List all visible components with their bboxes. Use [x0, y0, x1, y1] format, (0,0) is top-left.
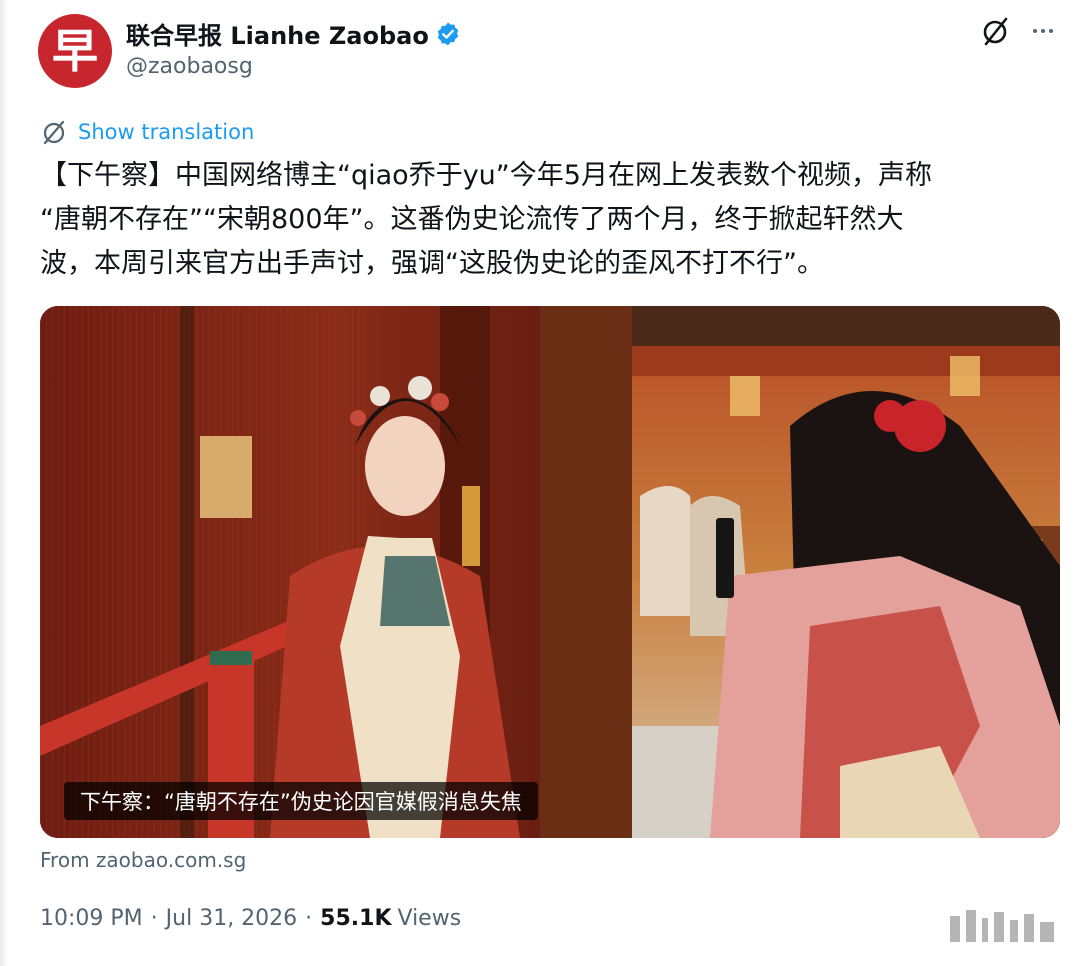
watermark-bars-icon — [950, 910, 1054, 942]
tweet-media-card[interactable]: 糕 下午察：“唐朝不存在”伪史论因官媒假消息失焦 — [40, 306, 1060, 838]
grok-slash-circle-icon[interactable] — [978, 14, 1012, 48]
media-caption: 下午察：“唐朝不存在”伪史论因官媒假消息失焦 — [64, 782, 538, 820]
tweet-photo: 糕 — [40, 306, 1060, 838]
tweet-text-line: 波，本周引来官方出手声讨，强调“这股伪史论的歪风不打不行”。 — [40, 248, 824, 279]
avatar-glyph: 早 — [52, 24, 98, 78]
more-horizontal-icon-dot — [1041, 29, 1045, 33]
meta-separator: · — [305, 906, 313, 931]
verified-badge-icon — [437, 22, 459, 45]
tweet-meta: 10:09 PM · Jul 31, 2026 · 55.1K Views — [40, 906, 461, 931]
show-translation-label: Show translation — [78, 120, 255, 144]
more-horizontal-icon-dot — [1049, 29, 1053, 33]
tweet-text-line: “唐朝不存在”“宋朝800年”。这番伪史论流传了两个月，终于掀起轩然大 — [40, 204, 904, 235]
tweet-text: 【下午察】中国网络博主“qiao乔于yu”今年5月在网上发表数个视频，声称 “唐… — [40, 154, 1050, 286]
more-options-button[interactable] — [1026, 14, 1060, 48]
author-handle[interactable]: @zaobaosg — [126, 54, 253, 79]
card-source-link[interactable]: From zaobao.com.sg — [40, 848, 246, 872]
show-translation-link[interactable]: Show translation — [40, 118, 254, 146]
author-display-name[interactable]: 联合早报 Lianhe Zaobao — [126, 16, 429, 51]
avatar[interactable]: 早 — [38, 14, 112, 88]
views-count: 55.1K — [320, 906, 392, 931]
author-name-row[interactable]: 联合早报 Lianhe Zaobao — [126, 16, 461, 51]
tweet-date[interactable]: Jul 31, 2026 — [166, 906, 298, 931]
card-source: From zaobao.com.sg — [40, 848, 246, 872]
page-left-edge-shadow — [0, 0, 8, 966]
tweet-time[interactable]: 10:09 PM — [40, 906, 143, 931]
more-horizontal-icon-dot — [1033, 29, 1037, 33]
translate-globe-icon — [43, 120, 65, 145]
tweet-text-line: 【下午察】中国网络博主“qiao乔于yu”今年5月在网上发表数个视频，声称 — [40, 160, 932, 191]
meta-separator: · — [150, 906, 158, 931]
views-label: Views — [397, 906, 462, 931]
